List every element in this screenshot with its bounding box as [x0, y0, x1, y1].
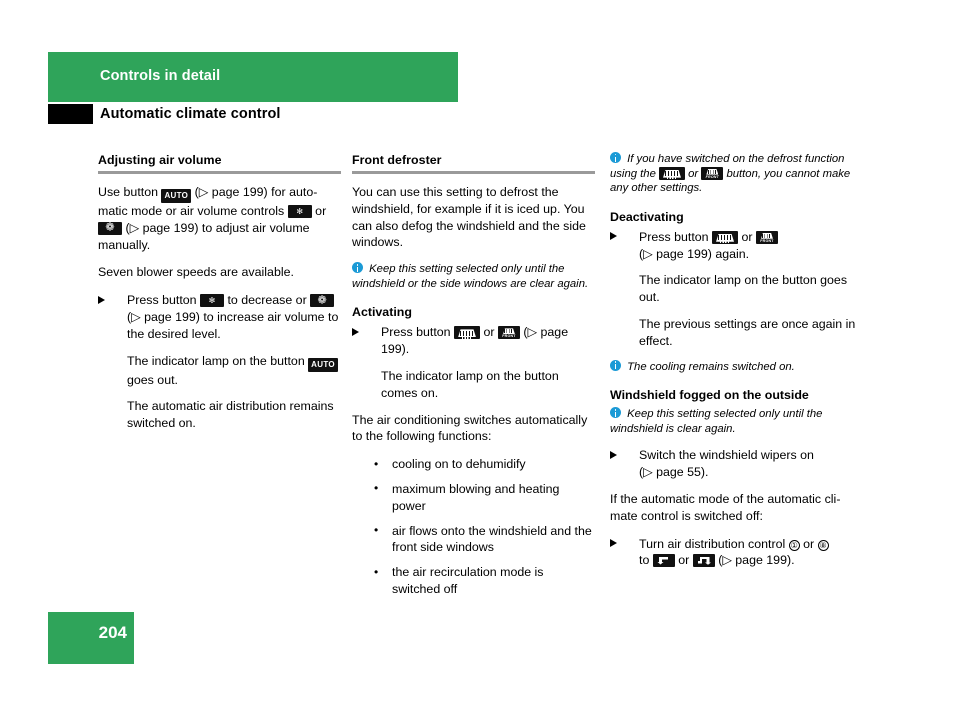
- text-page-ref-199-again: (▷ page 199) again.: [639, 246, 750, 261]
- text-to: to: [639, 553, 650, 568]
- text-use-button: Use button: [98, 185, 159, 199]
- chapter-title: Controls in detail: [100, 68, 221, 84]
- note-text-3: The cooling remains switched on.: [627, 360, 795, 373]
- step-text-air-distribution: Turn air distribution control ① or ⑧ to …: [639, 536, 858, 570]
- result-indicator-lamp: The indicator lamp on the button AUTO go…: [98, 353, 341, 389]
- heading-adjusting-air-volume: Adjusting air volume: [98, 153, 222, 167]
- text-press-button-1: Press button: [127, 293, 197, 308]
- text-turn-control: Turn air distribution control: [639, 536, 786, 551]
- note-text-4: Keep this setting selected only until th…: [610, 408, 823, 435]
- info-icon: [352, 262, 363, 274]
- text-to-decrease: to decrease or: [227, 293, 307, 308]
- list-item: air flows onto the windshield and the fr…: [374, 522, 595, 557]
- text-or-6: or: [678, 553, 690, 568]
- note-text-1: Keep this setting selected only until th…: [352, 263, 589, 290]
- step-arrow-icon: [610, 232, 617, 241]
- step-text-wipers: Switch the windshield wipers on (▷ page …: [639, 447, 858, 481]
- fan-high-icon: [98, 221, 122, 235]
- heading-activating: Activating: [352, 305, 412, 320]
- text-switch-wipers: Switch the windshield wipers on: [639, 448, 814, 463]
- step-switch-wipers-on: Switch the windshield wipers on (▷ page …: [610, 447, 858, 481]
- section-title: Automatic climate control: [100, 106, 281, 122]
- fan-high-icon: [310, 294, 335, 308]
- rear-defroster-icon: [712, 230, 739, 244]
- callout-number-1: ①: [788, 539, 800, 551]
- text-indicator-lamp-1: The indicator lamp on the button: [127, 353, 305, 368]
- front-defroster-icon: FRONT: [755, 230, 778, 244]
- paragraph-defrost-description: You can use this setting to defrost the …: [352, 185, 586, 250]
- result-lamp-goes-out-2: The indicator lamp on the button goes ou…: [610, 272, 858, 306]
- note-keep-setting-clear: Keep this setting selected only until th…: [610, 407, 858, 436]
- step-press-defroster-button: Press button or FRONT (▷ page 199).: [352, 324, 595, 358]
- heading-deactivating: Deactivating: [610, 209, 684, 224]
- info-icon: [610, 152, 621, 163]
- text-or-5: or: [803, 536, 815, 551]
- step-text-press-again: Press button or FRONT (▷ page 199) again…: [639, 229, 858, 263]
- list-ac-functions: cooling on to dehumidify maximum blowing…: [352, 456, 595, 598]
- column-three: If you have switched on the defrost func…: [610, 152, 858, 579]
- callout-number-8: ⑧: [817, 539, 829, 551]
- result-text-lamp-out-2: The indicator lamp on the button goes ou…: [639, 273, 848, 305]
- rear-defroster-icon: [659, 166, 685, 180]
- step-text-press-defrost: Press button or FRONT (▷ page 199).: [381, 324, 595, 358]
- result-text-lamp-goes-out: The indicator lamp on the button AUTO go…: [127, 353, 341, 389]
- paragraph-ac-switches: The air conditioning switches automatica…: [352, 412, 588, 444]
- auto-button-icon: AUTO: [308, 357, 338, 372]
- step-text-press-decrease: Press button to decrease or (▷ page 199)…: [127, 292, 341, 342]
- step-arrow-icon: [352, 327, 359, 336]
- text-to-increase: (▷ page 199) to increase air volume to t…: [127, 309, 339, 341]
- result-previous-settings: The previous settings are once again in …: [610, 316, 858, 350]
- step-turn-air-distribution: Turn air distribution control ① or ⑧ to …: [610, 536, 858, 570]
- result-lamp-comes-on: The indicator lamp on the button comes o…: [352, 368, 595, 402]
- result-text-distribution-remains: The automatic air distribution remains s…: [127, 399, 334, 431]
- text-page-ref-199-air: (▷ page 199).: [718, 553, 795, 568]
- result-auto-distribution: The automatic air distribution remains s…: [98, 398, 341, 432]
- result-text-lamp-on: The indicator lamp on the button comes o…: [381, 368, 559, 400]
- step-arrow-icon: [610, 539, 617, 548]
- paragraph-use-button: Use button AUTO (▷ page 199) for auto-ma…: [98, 184, 341, 253]
- info-icon: [610, 359, 621, 371]
- air-distribution-upper-icon: [692, 554, 715, 568]
- text-adjust-manually: (▷ page 199) to adjust air volume manual…: [98, 220, 310, 252]
- auto-button-icon: AUTO: [161, 189, 192, 203]
- page-number: 204: [98, 623, 127, 642]
- column-two: Front defroster You can use this setting…: [352, 152, 595, 608]
- info-icon: [610, 407, 621, 419]
- text-goes-out: goes out.: [127, 372, 178, 387]
- result-text-previous-settings: The previous settings are once again in …: [639, 316, 856, 348]
- page-number-box: 204: [48, 612, 134, 664]
- heading-windshield-fogged-outside: Windshield fogged on the outside: [610, 388, 809, 403]
- fan-low-icon: [200, 294, 225, 308]
- note-defrost-function-limits: If you have switched on the defrost func…: [610, 152, 858, 196]
- list-item: maximum blowing and heating power: [374, 480, 595, 515]
- step-press-button-decrease: Press button to decrease or (▷ page 199)…: [98, 292, 341, 342]
- step-press-defroster-again: Press button or FRONT (▷ page 199) again…: [610, 229, 858, 263]
- section-tab-marker: [48, 104, 93, 124]
- list-item: cooling on to dehumidify: [374, 456, 595, 473]
- text-or-3: or: [688, 167, 699, 180]
- rear-defroster-icon: [454, 326, 481, 340]
- note-keep-setting-windshield: Keep this setting selected only until th…: [352, 262, 595, 291]
- paragraph-blower-speeds: Seven blower speeds are available.: [98, 265, 294, 280]
- heading-front-defroster: Front defroster: [352, 153, 442, 167]
- air-distribution-footwell-icon: [652, 554, 675, 568]
- text-or-2: or: [483, 325, 495, 340]
- front-defroster-icon: FRONT: [701, 166, 724, 180]
- list-item: the air recirculation mode is switched o…: [374, 564, 595, 598]
- column-one: Adjusting air volume Use button AUTO (▷ …: [98, 152, 341, 442]
- text-or-4: or: [741, 229, 753, 244]
- text-press-button-3: Press button: [639, 229, 709, 244]
- text-page-ref-55: (▷ page 55).: [639, 465, 709, 480]
- paragraph-auto-mode-off: If the automatic mode of the automatic c…: [610, 491, 841, 523]
- step-arrow-icon: [610, 450, 617, 459]
- text-press-button-2: Press button: [381, 325, 451, 340]
- heading-rule: [98, 171, 341, 174]
- note-cooling-remains-on: The cooling remains switched on.: [610, 359, 858, 375]
- heading-rule: [352, 171, 595, 174]
- front-defroster-icon: FRONT: [497, 326, 520, 340]
- step-arrow-icon: [98, 295, 105, 304]
- text-or-1: or: [315, 204, 327, 218]
- fan-low-icon: [287, 205, 312, 218]
